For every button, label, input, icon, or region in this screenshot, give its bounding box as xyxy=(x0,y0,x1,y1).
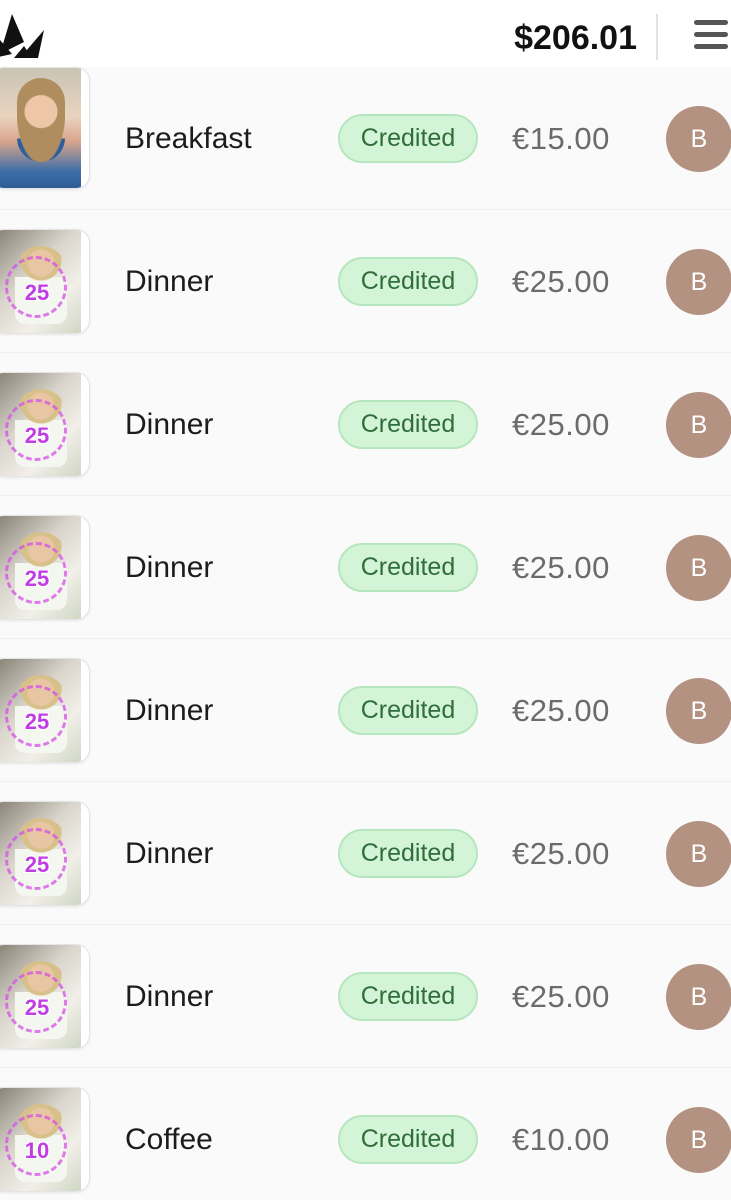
transaction-title: Dinner xyxy=(125,694,214,727)
transaction-thumbnail[interactable] xyxy=(0,67,90,189)
transaction-row[interactable]: 25 Dinner Credited €25.00 B xyxy=(0,210,731,353)
status-badge: Credited xyxy=(338,114,478,163)
avatar[interactable]: B xyxy=(666,535,731,601)
transaction-title: Coffee xyxy=(125,1123,213,1156)
transaction-thumbnail[interactable]: 25 xyxy=(0,372,90,477)
transaction-thumbnail[interactable]: 25 xyxy=(0,515,90,620)
transaction-amount: €25.00 xyxy=(512,693,610,728)
status-badge: Credited xyxy=(338,829,478,878)
transaction-row[interactable]: 25 Dinner Credited €25.00 B xyxy=(0,925,731,1068)
transaction-title: Dinner xyxy=(125,408,214,441)
status-badge: Credited xyxy=(338,686,478,735)
transaction-row[interactable]: 25 Dinner Credited €25.00 B xyxy=(0,496,731,639)
transaction-amount: €25.00 xyxy=(512,979,610,1014)
thumbnail-badge-number: 25 xyxy=(24,423,50,448)
transaction-title: Dinner xyxy=(125,551,214,584)
thumbnail-badge-number: 25 xyxy=(24,852,50,877)
avatar[interactable]: B xyxy=(666,249,731,315)
photo-thumbnail: 10 xyxy=(0,1088,81,1191)
transaction-amount: €25.00 xyxy=(512,836,610,871)
thumbnail-badge-number: 25 xyxy=(24,566,50,591)
hamburger-menu-icon[interactable] xyxy=(694,20,731,56)
photo-thumbnail: 25 xyxy=(0,516,81,619)
thumbnail-badge-number: 25 xyxy=(24,995,50,1020)
avatar[interactable]: B xyxy=(666,392,731,458)
transaction-amount: €15.00 xyxy=(512,121,610,156)
transaction-amount: €10.00 xyxy=(512,1122,610,1157)
transaction-amount: €25.00 xyxy=(512,407,610,442)
avatar[interactable]: B xyxy=(666,821,731,887)
transaction-title: Dinner xyxy=(125,265,214,298)
avatar[interactable]: B xyxy=(666,964,731,1030)
transaction-title: Breakfast xyxy=(125,122,252,155)
photo-thumbnail: 25 xyxy=(0,230,81,333)
thumbnail-badge-number: 25 xyxy=(24,709,50,734)
transaction-list: Breakfast Credited €15.00 B 25 Dinner Cr… xyxy=(0,67,731,1200)
crown-logo-icon[interactable] xyxy=(0,8,52,64)
transaction-thumbnail[interactable]: 25 xyxy=(0,658,90,763)
transaction-title: Dinner xyxy=(125,980,214,1013)
transaction-row[interactable]: Breakfast Credited €15.00 B xyxy=(0,67,731,210)
photo-thumbnail: 25 xyxy=(0,945,81,1048)
avatar[interactable]: B xyxy=(666,678,731,744)
transaction-row[interactable]: 25 Dinner Credited €25.00 B xyxy=(0,639,731,782)
photo-thumbnail: 25 xyxy=(0,802,81,905)
transaction-row[interactable]: 25 Dinner Credited €25.00 B xyxy=(0,353,731,496)
photo-thumbnail: 25 xyxy=(0,659,81,762)
status-badge: Credited xyxy=(338,257,478,306)
balance-amount: $206.01 xyxy=(514,19,637,57)
transaction-row[interactable]: 10 Coffee Credited €10.00 B xyxy=(0,1068,731,1200)
photo-thumbnail xyxy=(0,68,81,188)
transaction-thumbnail[interactable]: 10 xyxy=(0,1087,90,1192)
avatar[interactable]: B xyxy=(666,1107,731,1173)
header-divider xyxy=(656,14,658,60)
transaction-title: Dinner xyxy=(125,837,214,870)
photo-thumbnail: 25 xyxy=(0,373,81,476)
transaction-row[interactable]: 25 Dinner Credited €25.00 B xyxy=(0,782,731,925)
transaction-amount: €25.00 xyxy=(512,264,610,299)
transaction-thumbnail[interactable]: 25 xyxy=(0,944,90,1049)
status-badge: Credited xyxy=(338,400,478,449)
avatar[interactable]: B xyxy=(666,106,731,172)
thumbnail-badge-number: 25 xyxy=(24,280,50,305)
transaction-amount: €25.00 xyxy=(512,550,610,585)
transaction-thumbnail[interactable]: 25 xyxy=(0,801,90,906)
thumbnail-badge-number: 10 xyxy=(24,1138,50,1163)
status-badge: Credited xyxy=(338,972,478,1021)
status-badge: Credited xyxy=(338,1115,478,1164)
status-badge: Credited xyxy=(338,543,478,592)
transaction-thumbnail[interactable]: 25 xyxy=(0,229,90,334)
